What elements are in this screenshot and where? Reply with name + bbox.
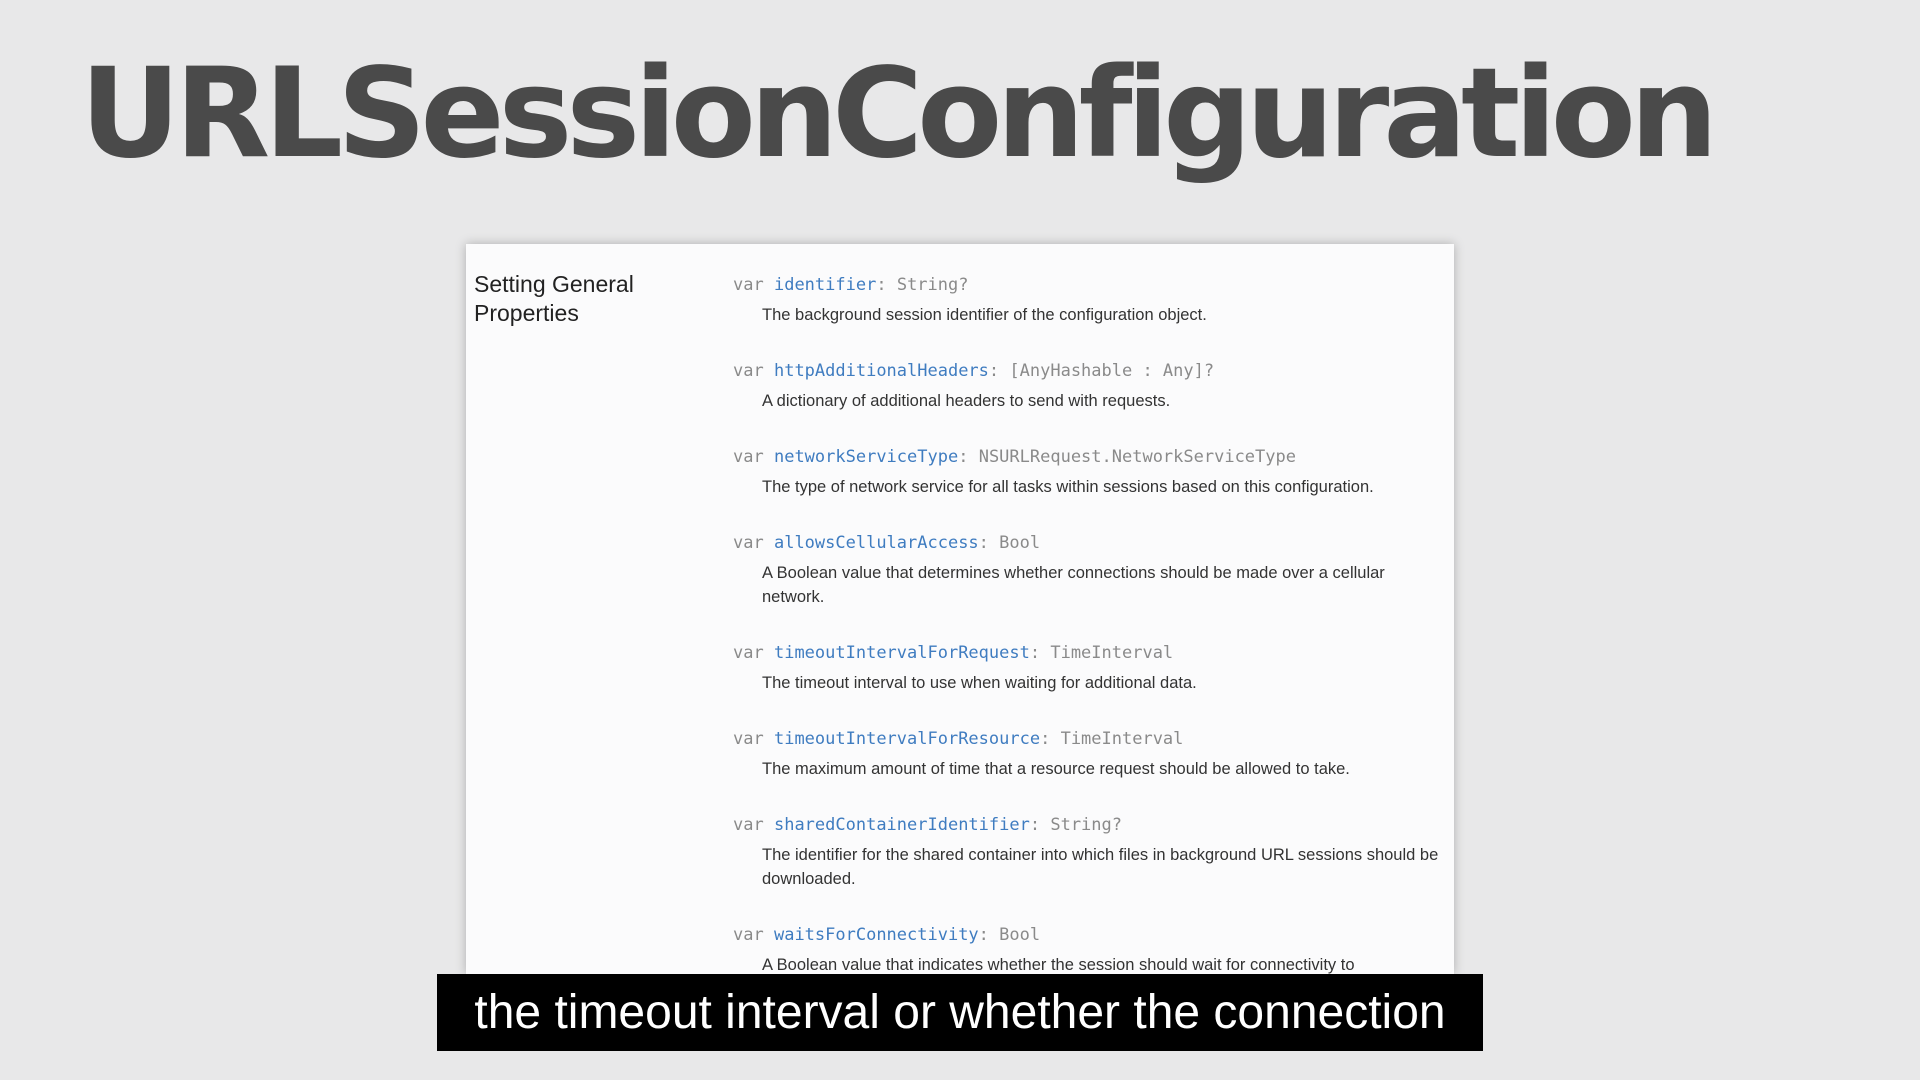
property-declaration: var timeoutIntervalForResource: TimeInte… xyxy=(733,728,1448,750)
documentation-panel: Setting General Properties var identifie… xyxy=(466,244,1454,974)
property-name-link[interactable]: networkServiceType xyxy=(774,447,958,467)
property-type: [AnyHashable : Any]? xyxy=(1009,361,1215,381)
keyword-var: var xyxy=(733,815,764,835)
property-type: String? xyxy=(1050,815,1122,835)
property-declaration: var sharedContainerIdentifier: String? xyxy=(733,814,1448,836)
type-separator: : xyxy=(978,925,989,945)
property-description: The type of network service for all task… xyxy=(762,478,1374,496)
keyword-var: var xyxy=(733,925,764,945)
property-name-link[interactable]: httpAdditionalHeaders xyxy=(774,361,989,381)
property-declaration: var identifier: String? xyxy=(733,274,1448,296)
property-name-link[interactable]: timeoutIntervalForResource xyxy=(774,729,1040,749)
property-description: A dictionary of additional headers to se… xyxy=(762,392,1171,410)
type-separator: : xyxy=(958,447,969,467)
property-name-link[interactable]: timeoutIntervalForRequest xyxy=(774,643,1030,663)
keyword-var: var xyxy=(733,275,764,295)
property-declaration: var timeoutIntervalForRequest: TimeInter… xyxy=(733,642,1448,664)
property-description: The identifier for the shared container … xyxy=(762,846,1439,888)
keyword-var: var xyxy=(733,533,764,553)
property-item: var networkServiceType: NSURLRequest.Net… xyxy=(733,446,1448,499)
property-type: NSURLRequest.NetworkServiceType xyxy=(978,447,1296,467)
property-description: The timeout interval to use when waiting… xyxy=(762,674,1197,692)
slide-title: URLSessionConfiguration xyxy=(80,42,1718,186)
keyword-var: var xyxy=(733,447,764,467)
property-name-link[interactable]: waitsForConnectivity xyxy=(774,925,979,945)
property-description: A Boolean value that indicates whether t… xyxy=(762,956,1355,974)
keyword-var: var xyxy=(733,729,764,749)
property-type: TimeInterval xyxy=(1050,643,1174,663)
property-item: var identifier: String? The background s… xyxy=(733,274,1448,327)
property-declaration: var waitsForConnectivity: Bool xyxy=(733,924,1448,946)
property-item: var timeoutIntervalForResource: TimeInte… xyxy=(733,728,1448,781)
property-description: The maximum amount of time that a resour… xyxy=(762,760,1350,778)
property-item: var httpAdditionalHeaders: [AnyHashable … xyxy=(733,360,1448,413)
property-list: var identifier: String? The background s… xyxy=(733,274,1448,974)
type-separator: : xyxy=(876,275,887,295)
property-type: TimeInterval xyxy=(1060,729,1184,749)
property-item: var sharedContainerIdentifier: String? T… xyxy=(733,814,1448,891)
keyword-var: var xyxy=(733,361,764,381)
type-separator: : xyxy=(1040,729,1051,749)
property-declaration: var httpAdditionalHeaders: [AnyHashable … xyxy=(733,360,1448,382)
property-type: Bool xyxy=(999,925,1041,945)
property-declaration: var allowsCellularAccess: Bool xyxy=(733,532,1448,554)
property-declaration: var networkServiceType: NSURLRequest.Net… xyxy=(733,446,1448,468)
keyword-var: var xyxy=(733,643,764,663)
property-name-link[interactable]: allowsCellularAccess xyxy=(774,533,979,553)
property-type: Bool xyxy=(999,533,1041,553)
property-name-link[interactable]: sharedContainerIdentifier xyxy=(774,815,1030,835)
property-name-link[interactable]: identifier xyxy=(774,275,876,295)
property-item: var waitsForConnectivity: Bool A Boolean… xyxy=(733,924,1448,974)
property-item: var timeoutIntervalForRequest: TimeInter… xyxy=(733,642,1448,695)
property-description: A Boolean value that determines whether … xyxy=(762,564,1385,606)
type-separator: : xyxy=(988,361,1000,381)
type-separator: : xyxy=(1029,815,1041,835)
subtitle-caption: the timeout interval or whether the conn… xyxy=(437,974,1483,1051)
section-heading: Setting General Properties xyxy=(474,271,634,326)
type-separator: : xyxy=(1029,643,1041,663)
property-description: The background session identifier of the… xyxy=(762,306,1207,324)
type-separator: : xyxy=(978,533,989,553)
property-item: var allowsCellularAccess: Bool A Boolean… xyxy=(733,532,1448,609)
property-type: String? xyxy=(896,275,969,295)
